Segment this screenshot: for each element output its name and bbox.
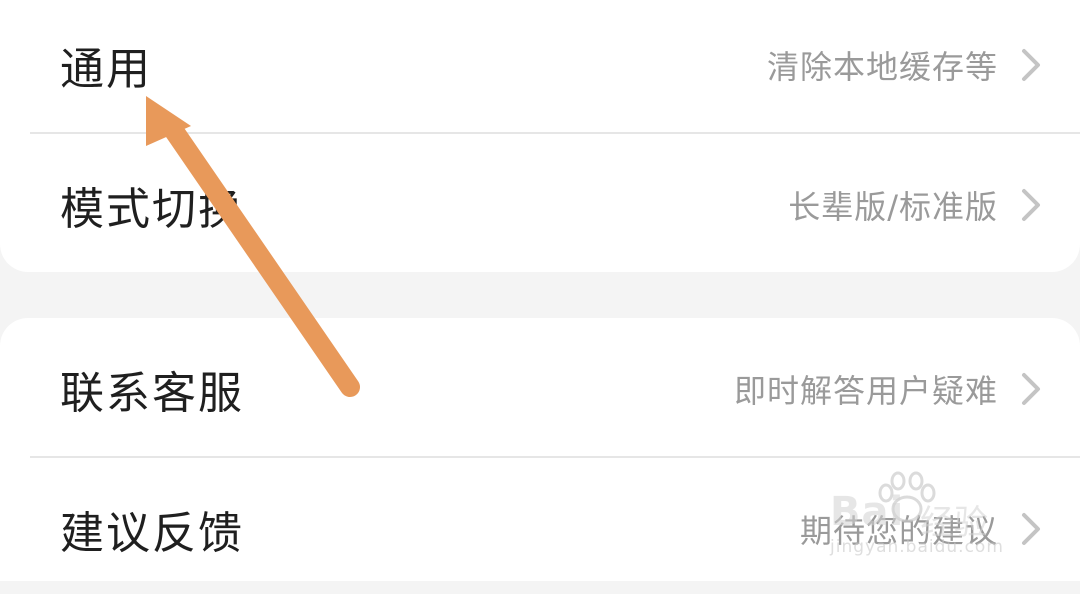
chevron-right-icon <box>1022 189 1040 221</box>
settings-row-general[interactable]: 通用 清除本地缓存等 <box>0 0 1080 130</box>
settings-row-customer-service[interactable]: 联系客服 即时解答用户疑难 <box>0 324 1080 454</box>
chevron-right-icon <box>1022 373 1040 405</box>
settings-card-general: 通用 清除本地缓存等 模式切换 长辈版/标准版 <box>0 0 1080 272</box>
row-title: 联系客服 <box>60 368 244 419</box>
row-divider <box>30 456 1080 458</box>
chevron-right-icon <box>1022 49 1040 81</box>
row-divider <box>30 132 1080 134</box>
row-title: 通用 <box>60 44 152 95</box>
settings-card-support: 联系客服 即时解答用户疑难 建议反馈 期待您的建议 <box>0 318 1080 581</box>
settings-row-mode-switch[interactable]: 模式切换 长辈版/标准版 <box>0 140 1080 270</box>
row-title: 建议反馈 <box>60 508 244 559</box>
row-subtitle: 即时解答用户疑难 <box>733 372 998 410</box>
row-subtitle: 期待您的建议 <box>799 512 998 550</box>
chevron-right-icon <box>1022 513 1040 545</box>
row-subtitle: 长辈版/标准版 <box>788 188 998 226</box>
settings-row-feedback[interactable]: 建议反馈 期待您的建议 <box>0 464 1080 594</box>
row-title: 模式切换 <box>60 184 244 235</box>
row-subtitle: 清除本地缓存等 <box>766 48 998 86</box>
